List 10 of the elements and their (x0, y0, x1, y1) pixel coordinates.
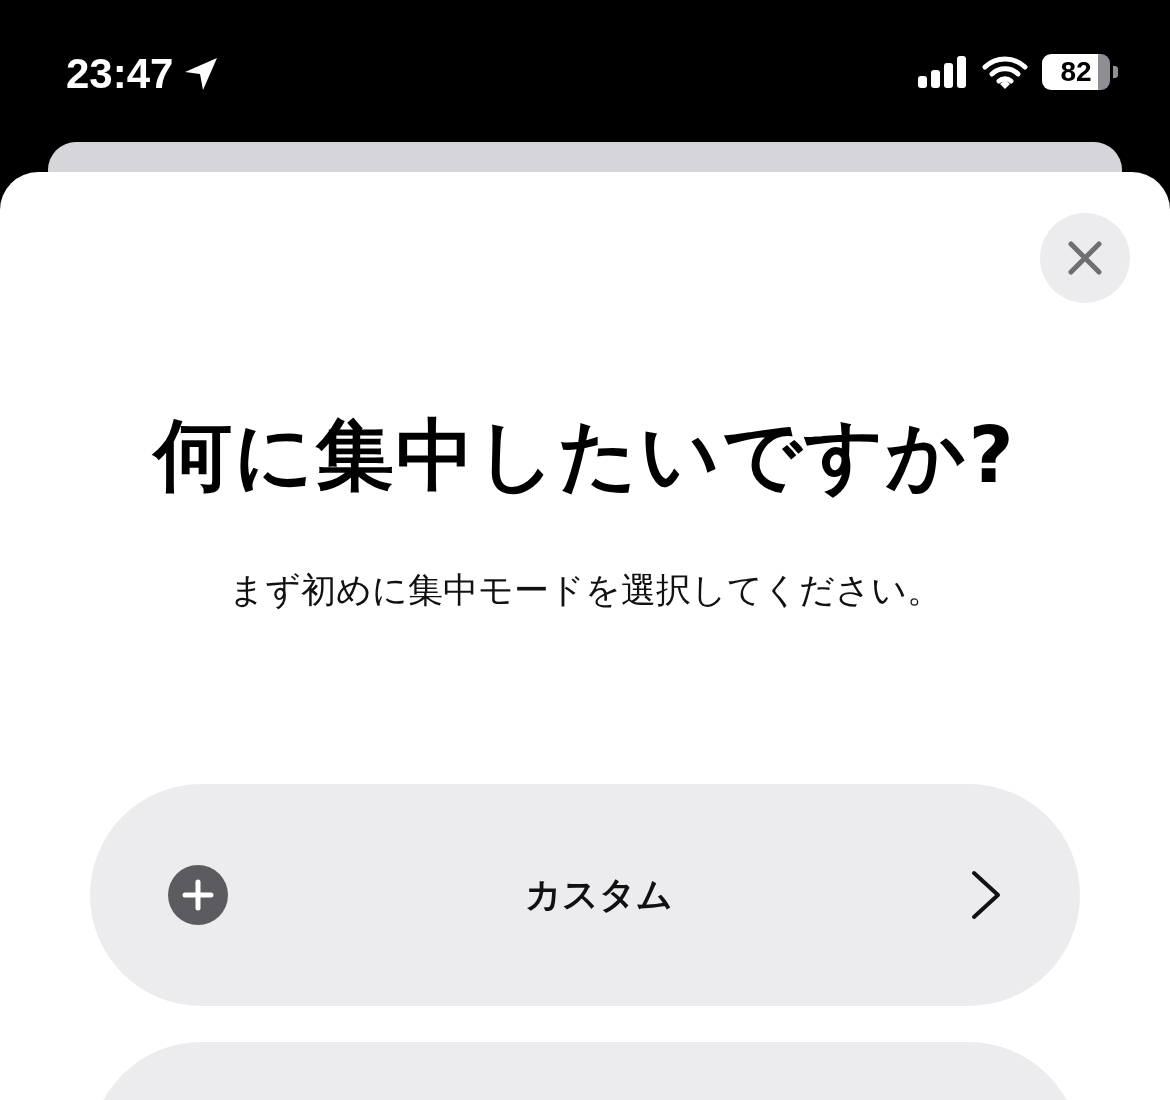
plus-icon (168, 865, 228, 925)
wifi-icon (982, 55, 1028, 89)
close-icon (1067, 240, 1103, 276)
signal-icon (918, 56, 968, 88)
location-arrow-icon (183, 56, 220, 92)
title: 何に集中したいですか? (154, 409, 1016, 502)
subtitle: まず初めに集中モードを選択してください。 (228, 569, 942, 612)
custom-option-button[interactable]: カスタム (90, 784, 1080, 1006)
status-time: 23:47 (66, 50, 174, 98)
chevron-right-icon (970, 870, 1002, 920)
